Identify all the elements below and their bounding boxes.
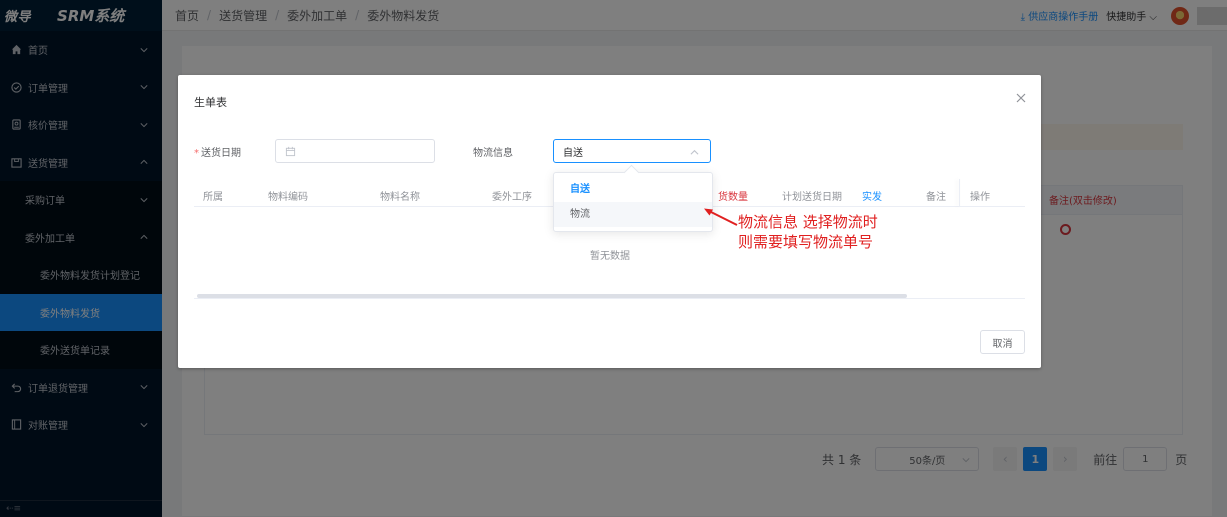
logistics-dropdown: 自送 物流	[553, 172, 713, 232]
column-header: 物料编码	[268, 192, 308, 203]
column-header: 委外工序	[492, 192, 532, 203]
column-header: 货数量	[718, 192, 748, 203]
calendar-icon	[285, 146, 296, 157]
delivery-date-label: * 送货日期	[194, 144, 241, 159]
column-header: 备注	[926, 192, 946, 203]
close-icon[interactable]	[1015, 92, 1027, 104]
annotation-line: 则需要填写物流单号	[738, 233, 874, 251]
app-root: 微导 SRM系统 首页 订单管理 核价管理	[0, 0, 1227, 517]
delivery-date-label-text: 送货日期	[201, 148, 241, 159]
column-header: 所属	[203, 192, 223, 203]
dialog-title: 生单表	[194, 96, 227, 109]
delivery-date-picker[interactable]	[275, 139, 435, 163]
column-header: 计划送货日期	[782, 192, 842, 203]
cancel-button[interactable]: 取消	[980, 330, 1025, 354]
chevron-up-icon	[690, 149, 699, 155]
table-bottom-border	[194, 298, 1025, 299]
column-header: 物料名称	[380, 192, 420, 203]
dropdown-option-logistics[interactable]: 物流	[554, 202, 712, 227]
column-header: 实发	[862, 192, 882, 203]
annotation-note: 物流信息 选择物流时 则需要填写物流单号	[738, 212, 878, 252]
column-header: 操作	[970, 192, 990, 203]
empty-state: 暂无数据	[590, 251, 630, 262]
fixed-column-divider	[959, 179, 960, 207]
annotation-arrow-icon	[704, 208, 738, 226]
logistics-label: 物流信息	[473, 148, 513, 159]
logistics-select-value: 自送	[563, 147, 583, 159]
annotation-line: 物流信息 选择物流时	[738, 213, 878, 231]
required-mark: *	[194, 148, 199, 159]
dropdown-option-self[interactable]: 自送	[554, 177, 712, 202]
logistics-select[interactable]: 自送	[553, 139, 711, 163]
